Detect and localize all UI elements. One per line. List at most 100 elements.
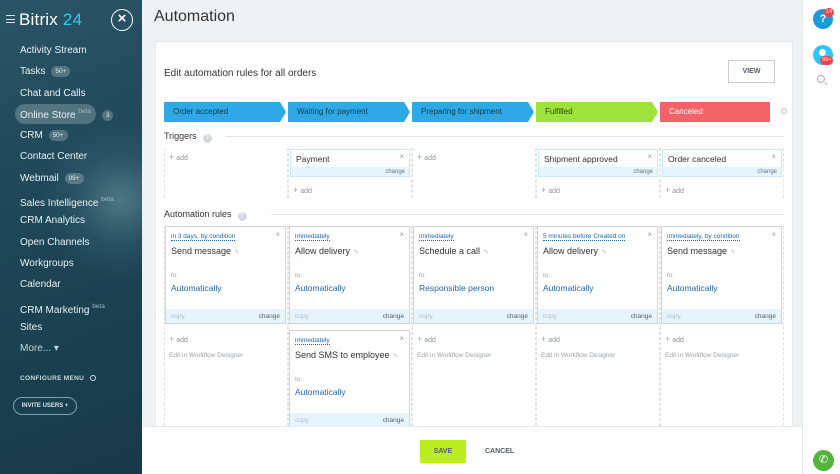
pencil-icon[interactable]: ✎ [353, 249, 359, 256]
add-rule-link[interactable]: + add [417, 334, 436, 344]
stage-settings-gear-icon[interactable] [781, 108, 787, 114]
rule-timing-link[interactable]: in 3 days, by condition [171, 233, 236, 241]
close-icon[interactable]: × [771, 230, 776, 239]
rule-target-link[interactable]: Automatically [667, 283, 718, 293]
stage-fulfilled[interactable]: Fulfilled [536, 102, 658, 122]
workflow-designer-link[interactable]: Edit in Workflow Designer [665, 352, 739, 359]
close-icon[interactable]: × [647, 230, 652, 239]
rule-timing-link[interactable]: immediately [419, 233, 454, 241]
add-rule-link[interactable]: + add [169, 334, 188, 344]
help-icon[interactable]: ? [237, 212, 247, 221]
rule-timing-link[interactable]: immediately [295, 337, 330, 345]
close-icon[interactable]: × [399, 334, 404, 343]
stage-preparing-for-shipment[interactable]: Preparing for shipment [412, 102, 534, 122]
change-link[interactable]: change [631, 313, 652, 320]
pencil-icon[interactable]: ✎ [234, 249, 240, 256]
cancel-button[interactable]: CANCEL [485, 440, 514, 463]
sidebar-item-webmail[interactable]: Webmail 99+ [0, 168, 142, 189]
close-icon[interactable]: × [275, 230, 280, 239]
view-button[interactable]: VIEW [728, 60, 775, 83]
close-menu-icon[interactable]: × [111, 9, 133, 31]
rule-card[interactable]: immediately × Send SMS to employee ✎ to: … [289, 330, 410, 428]
phone-icon[interactable]: ✆ [813, 450, 834, 471]
add-trigger-link[interactable]: + add [417, 152, 436, 162]
workflow-designer-link[interactable]: Edit in Workflow Designer [169, 352, 243, 359]
change-link[interactable]: change [383, 417, 404, 424]
trigger-card-shipment-approved[interactable]: Shipment approved × change [538, 149, 658, 177]
rule-card[interactable]: immediately, by condition × Send message… [661, 226, 782, 324]
workflow-designer-link[interactable]: Edit in Workflow Designer [417, 352, 491, 359]
trigger-card-order-canceled[interactable]: Order canceled × change [662, 149, 782, 177]
add-trigger-link[interactable]: + add [169, 152, 188, 162]
rule-card[interactable]: immediately × Allow delivery ✎ to: Automa… [289, 226, 410, 324]
right-rail: ? 14 99+ ✆ [802, 0, 840, 474]
sidebar-item-sites[interactable]: Sites [0, 317, 142, 338]
copy-link[interactable]: copy [667, 313, 681, 320]
rule-timing-link[interactable]: immediately, by condition [667, 233, 740, 241]
trigger-card-payment[interactable]: Payment × change [290, 149, 410, 177]
stage-order-accepted[interactable]: Order accepted [164, 102, 286, 122]
rule-target-link[interactable]: Automatically [295, 387, 346, 397]
sidebar-item-tasks[interactable]: Tasks 50+ [0, 61, 142, 82]
sidebar-item-calendar[interactable]: Calendar [0, 274, 142, 295]
change-link[interactable]: change [385, 169, 405, 175]
copy-link[interactable]: copy [171, 313, 185, 320]
rule-timing-link[interactable]: immediately [295, 233, 330, 241]
close-icon[interactable]: × [399, 230, 404, 239]
sidebar-item-contact-center[interactable]: Contact Center [0, 146, 142, 167]
sidebar-item-workgroups[interactable]: Workgroups [0, 253, 142, 274]
search-icon[interactable] [817, 75, 825, 83]
add-rule-link[interactable]: + add [665, 334, 684, 344]
sidebar-item-open-channels[interactable]: Open Channels [0, 232, 142, 253]
rule-target-link[interactable]: Automatically [295, 283, 346, 293]
rule-timing-link[interactable]: 5 minutes before Created on [543, 233, 626, 241]
add-trigger-link[interactable]: + add [665, 185, 684, 195]
add-trigger-link[interactable]: + add [541, 185, 560, 195]
rule-card[interactable]: immediately × Schedule a call ✎ to: Respo… [413, 226, 534, 324]
rule-name: Allow delivery ✎ [295, 246, 359, 256]
rule-card[interactable]: in 3 days, by condition × Send message ✎ … [165, 226, 286, 324]
change-link[interactable]: change [755, 313, 776, 320]
rule-target-link[interactable]: Automatically [171, 283, 222, 293]
add-trigger-link[interactable]: + add [293, 185, 312, 195]
pencil-icon[interactable]: ✎ [393, 353, 399, 360]
add-rule-link[interactable]: + add [541, 334, 560, 344]
change-link[interactable]: change [633, 169, 653, 175]
invite-users-button[interactable]: INVITE USERS + [13, 397, 77, 415]
close-icon[interactable]: × [647, 152, 652, 161]
to-label: to: [419, 272, 427, 279]
stage-waiting-for-payment[interactable]: Waiting for payment [288, 102, 410, 122]
sidebar-item-sales-intelligence[interactable]: Sales Intelligence beta [0, 189, 142, 210]
rule-target-link[interactable]: Automatically [543, 283, 594, 293]
sidebar-item-online-store[interactable]: Online Store beta 3 [0, 103, 142, 125]
save-button[interactable]: SAVE [420, 440, 466, 463]
close-icon[interactable]: × [399, 152, 404, 161]
close-icon[interactable]: × [771, 152, 776, 161]
sidebar-item-more[interactable]: More... ▾ [0, 338, 142, 359]
configure-menu-link[interactable]: CONFIGURE MENU [20, 375, 97, 382]
pencil-icon[interactable]: ✎ [601, 249, 607, 256]
rule-card[interactable]: 5 minutes before Created on × Allow deli… [537, 226, 658, 324]
workflow-designer-link[interactable]: Edit in Workflow Designer [541, 352, 615, 359]
change-link[interactable]: change [507, 313, 528, 320]
change-link[interactable]: change [383, 313, 404, 320]
sidebar-item-crm-analytics[interactable]: CRM Analytics [0, 210, 142, 231]
copy-link[interactable]: copy [295, 417, 309, 424]
pencil-icon[interactable]: ✎ [483, 249, 489, 256]
sidebar-item-crm[interactable]: CRM 50+ [0, 125, 142, 146]
help-icon[interactable]: ? [202, 134, 212, 143]
sidebar-item-activity-stream[interactable]: Activity Stream [0, 40, 142, 61]
copy-link[interactable]: copy [295, 313, 309, 320]
stage-canceled[interactable]: Canceled [660, 102, 770, 122]
sidebar-item-chat-and-calls[interactable]: Chat and Calls [0, 83, 142, 104]
copy-link[interactable]: copy [543, 313, 557, 320]
menu-hamburger-icon[interactable] [6, 15, 15, 23]
pencil-icon[interactable]: ✎ [730, 249, 736, 256]
copy-link[interactable]: copy [419, 313, 433, 320]
change-link[interactable]: change [757, 169, 777, 175]
bitrix24-logo[interactable]: Bitrix 24 [19, 10, 82, 30]
change-link[interactable]: change [259, 313, 280, 320]
close-icon[interactable]: × [523, 230, 528, 239]
sidebar-item-crm-marketing[interactable]: CRM Marketing beta [0, 296, 142, 317]
rule-target-link[interactable]: Responsible person [419, 283, 494, 293]
